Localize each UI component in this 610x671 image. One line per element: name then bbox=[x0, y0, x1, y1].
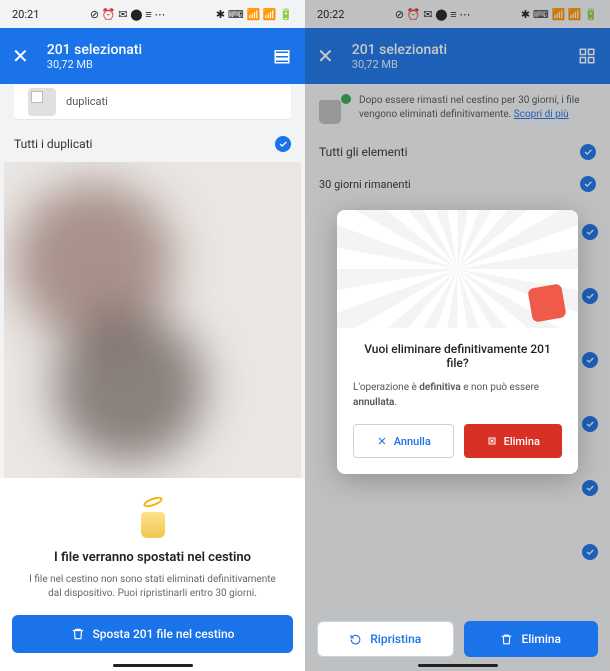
status-left-icons: ⊘ ⏰ ✉ ⬤ ≡ ⋯ bbox=[90, 8, 166, 21]
trash-bottom-sheet: I file verranno spostati nel cestino I f… bbox=[0, 478, 305, 671]
trash-bin-icon bbox=[135, 498, 171, 538]
dialog-title: Vuoi eliminare definitivamente 201 file? bbox=[353, 342, 562, 370]
sheet-description: I file nel cestino non sono stati elimin… bbox=[22, 573, 283, 601]
screen-left: 20:21 ⊘ ⏰ ✉ ⬤ ≡ ⋯ ✱ ⌨ 📶 📶 🔋 ✕ 201 selezi… bbox=[0, 0, 305, 671]
move-to-trash-button[interactable]: Sposta 201 file nel cestino bbox=[12, 615, 293, 653]
selection-title: 201 selezionati bbox=[47, 42, 271, 58]
dialog-delete-button[interactable]: Elimina bbox=[464, 424, 563, 458]
status-bar: 20:21 ⊘ ⏰ ✉ ⬤ ≡ ⋯ ✱ ⌨ 📶 📶 🔋 bbox=[0, 0, 305, 28]
delete-button[interactable]: Elimina bbox=[464, 621, 599, 657]
restore-label: Ripristina bbox=[370, 632, 421, 646]
check-icon[interactable] bbox=[275, 136, 291, 152]
status-time: 20:21 bbox=[12, 8, 39, 21]
dialog-text: L'operazione è definitiva e non può esse… bbox=[353, 380, 562, 410]
section-all-duplicates[interactable]: Tutti i duplicati bbox=[0, 126, 305, 162]
selection-size: 30,72 MB bbox=[47, 58, 271, 71]
section-label: Tutti i duplicati bbox=[14, 137, 275, 151]
confirm-delete-dialog: Vuoi eliminare definitivamente 201 file?… bbox=[337, 210, 578, 474]
close-icon[interactable]: ✕ bbox=[12, 44, 29, 68]
dialog-cancel-button[interactable]: Annulla bbox=[353, 424, 454, 458]
delete-label: Elimina bbox=[521, 632, 561, 646]
restore-button[interactable]: Ripristina bbox=[317, 621, 454, 657]
duplicate-row-label: duplicati bbox=[66, 95, 108, 108]
status-right-icons: ✱ ⌨ 📶 📶 🔋 bbox=[216, 8, 293, 21]
screen-right: 20:22 ⊘ ⏰ ✉ ⬤ ≡ ⋯ ✱ ⌨ 📶 📶 🔋 ✕ 201 selezi… bbox=[305, 0, 610, 671]
home-indicator bbox=[418, 664, 498, 667]
duplicate-summary-row[interactable]: duplicati bbox=[14, 84, 291, 120]
appbar-titles: 201 selezionati 30,72 MB bbox=[47, 42, 271, 71]
bottom-action-bar: Ripristina Elimina bbox=[317, 621, 598, 657]
duplicate-thumb-icon bbox=[28, 88, 56, 116]
view-toggle-icon[interactable] bbox=[271, 45, 293, 67]
app-bar: ✕ 201 selezionati 30,72 MB bbox=[0, 28, 305, 84]
dialog-illustration bbox=[337, 210, 578, 328]
sheet-title: I file verranno spostati nel cestino bbox=[12, 550, 293, 565]
delete-label: Elimina bbox=[504, 435, 540, 448]
move-to-trash-label: Sposta 201 file nel cestino bbox=[93, 627, 235, 641]
home-indicator bbox=[113, 664, 193, 667]
image-preview[interactable] bbox=[4, 162, 301, 486]
cancel-label: Annulla bbox=[394, 435, 431, 448]
